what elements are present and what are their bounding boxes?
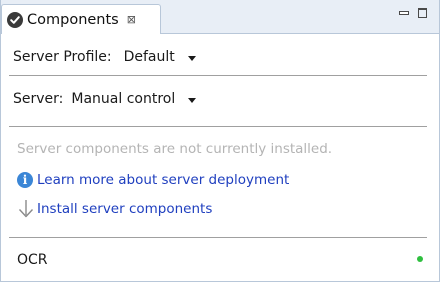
- install-row[interactable]: Install server components: [17, 199, 212, 219]
- server-dropdown[interactable]: Manual control: [71, 91, 175, 107]
- maximize-icon[interactable]: [418, 8, 427, 18]
- window-controls: [398, 8, 427, 18]
- ocr-row: OCR: [17, 249, 48, 271]
- install-components-link[interactable]: Install server components: [37, 201, 212, 217]
- tab-components[interactable]: Components ⊠: [1, 4, 161, 34]
- download-arrow-icon: [17, 199, 35, 219]
- divider: [9, 237, 427, 238]
- server-label: Server:: [13, 91, 64, 107]
- learn-more-link[interactable]: Learn more about server deployment: [37, 172, 289, 188]
- divider: [9, 75, 427, 76]
- components-panel: Components ⊠ Server Profile: Default Ser…: [0, 0, 440, 282]
- chevron-down-icon[interactable]: [188, 97, 197, 103]
- status-indicator: [417, 256, 423, 262]
- check-circle-icon: [7, 11, 23, 28]
- minimize-icon[interactable]: [398, 8, 409, 18]
- tab-bar: Components ⊠: [1, 0, 439, 34]
- ocr-label: OCR: [17, 252, 48, 268]
- close-icon[interactable]: ⊠: [127, 14, 136, 25]
- tab-title: Components: [27, 11, 119, 28]
- status-message: Server components are not currently inst…: [17, 141, 333, 157]
- chevron-down-icon[interactable]: [187, 55, 196, 61]
- info-icon: i: [17, 172, 33, 188]
- server-profile-row: Server Profile: Default: [13, 46, 196, 68]
- server-profile-label: Server Profile:: [13, 49, 112, 65]
- learn-more-row[interactable]: i Learn more about server deployment: [17, 172, 289, 188]
- server-row: Server: Manual control: [13, 88, 197, 110]
- divider: [9, 126, 427, 127]
- server-profile-dropdown[interactable]: Default: [124, 49, 175, 65]
